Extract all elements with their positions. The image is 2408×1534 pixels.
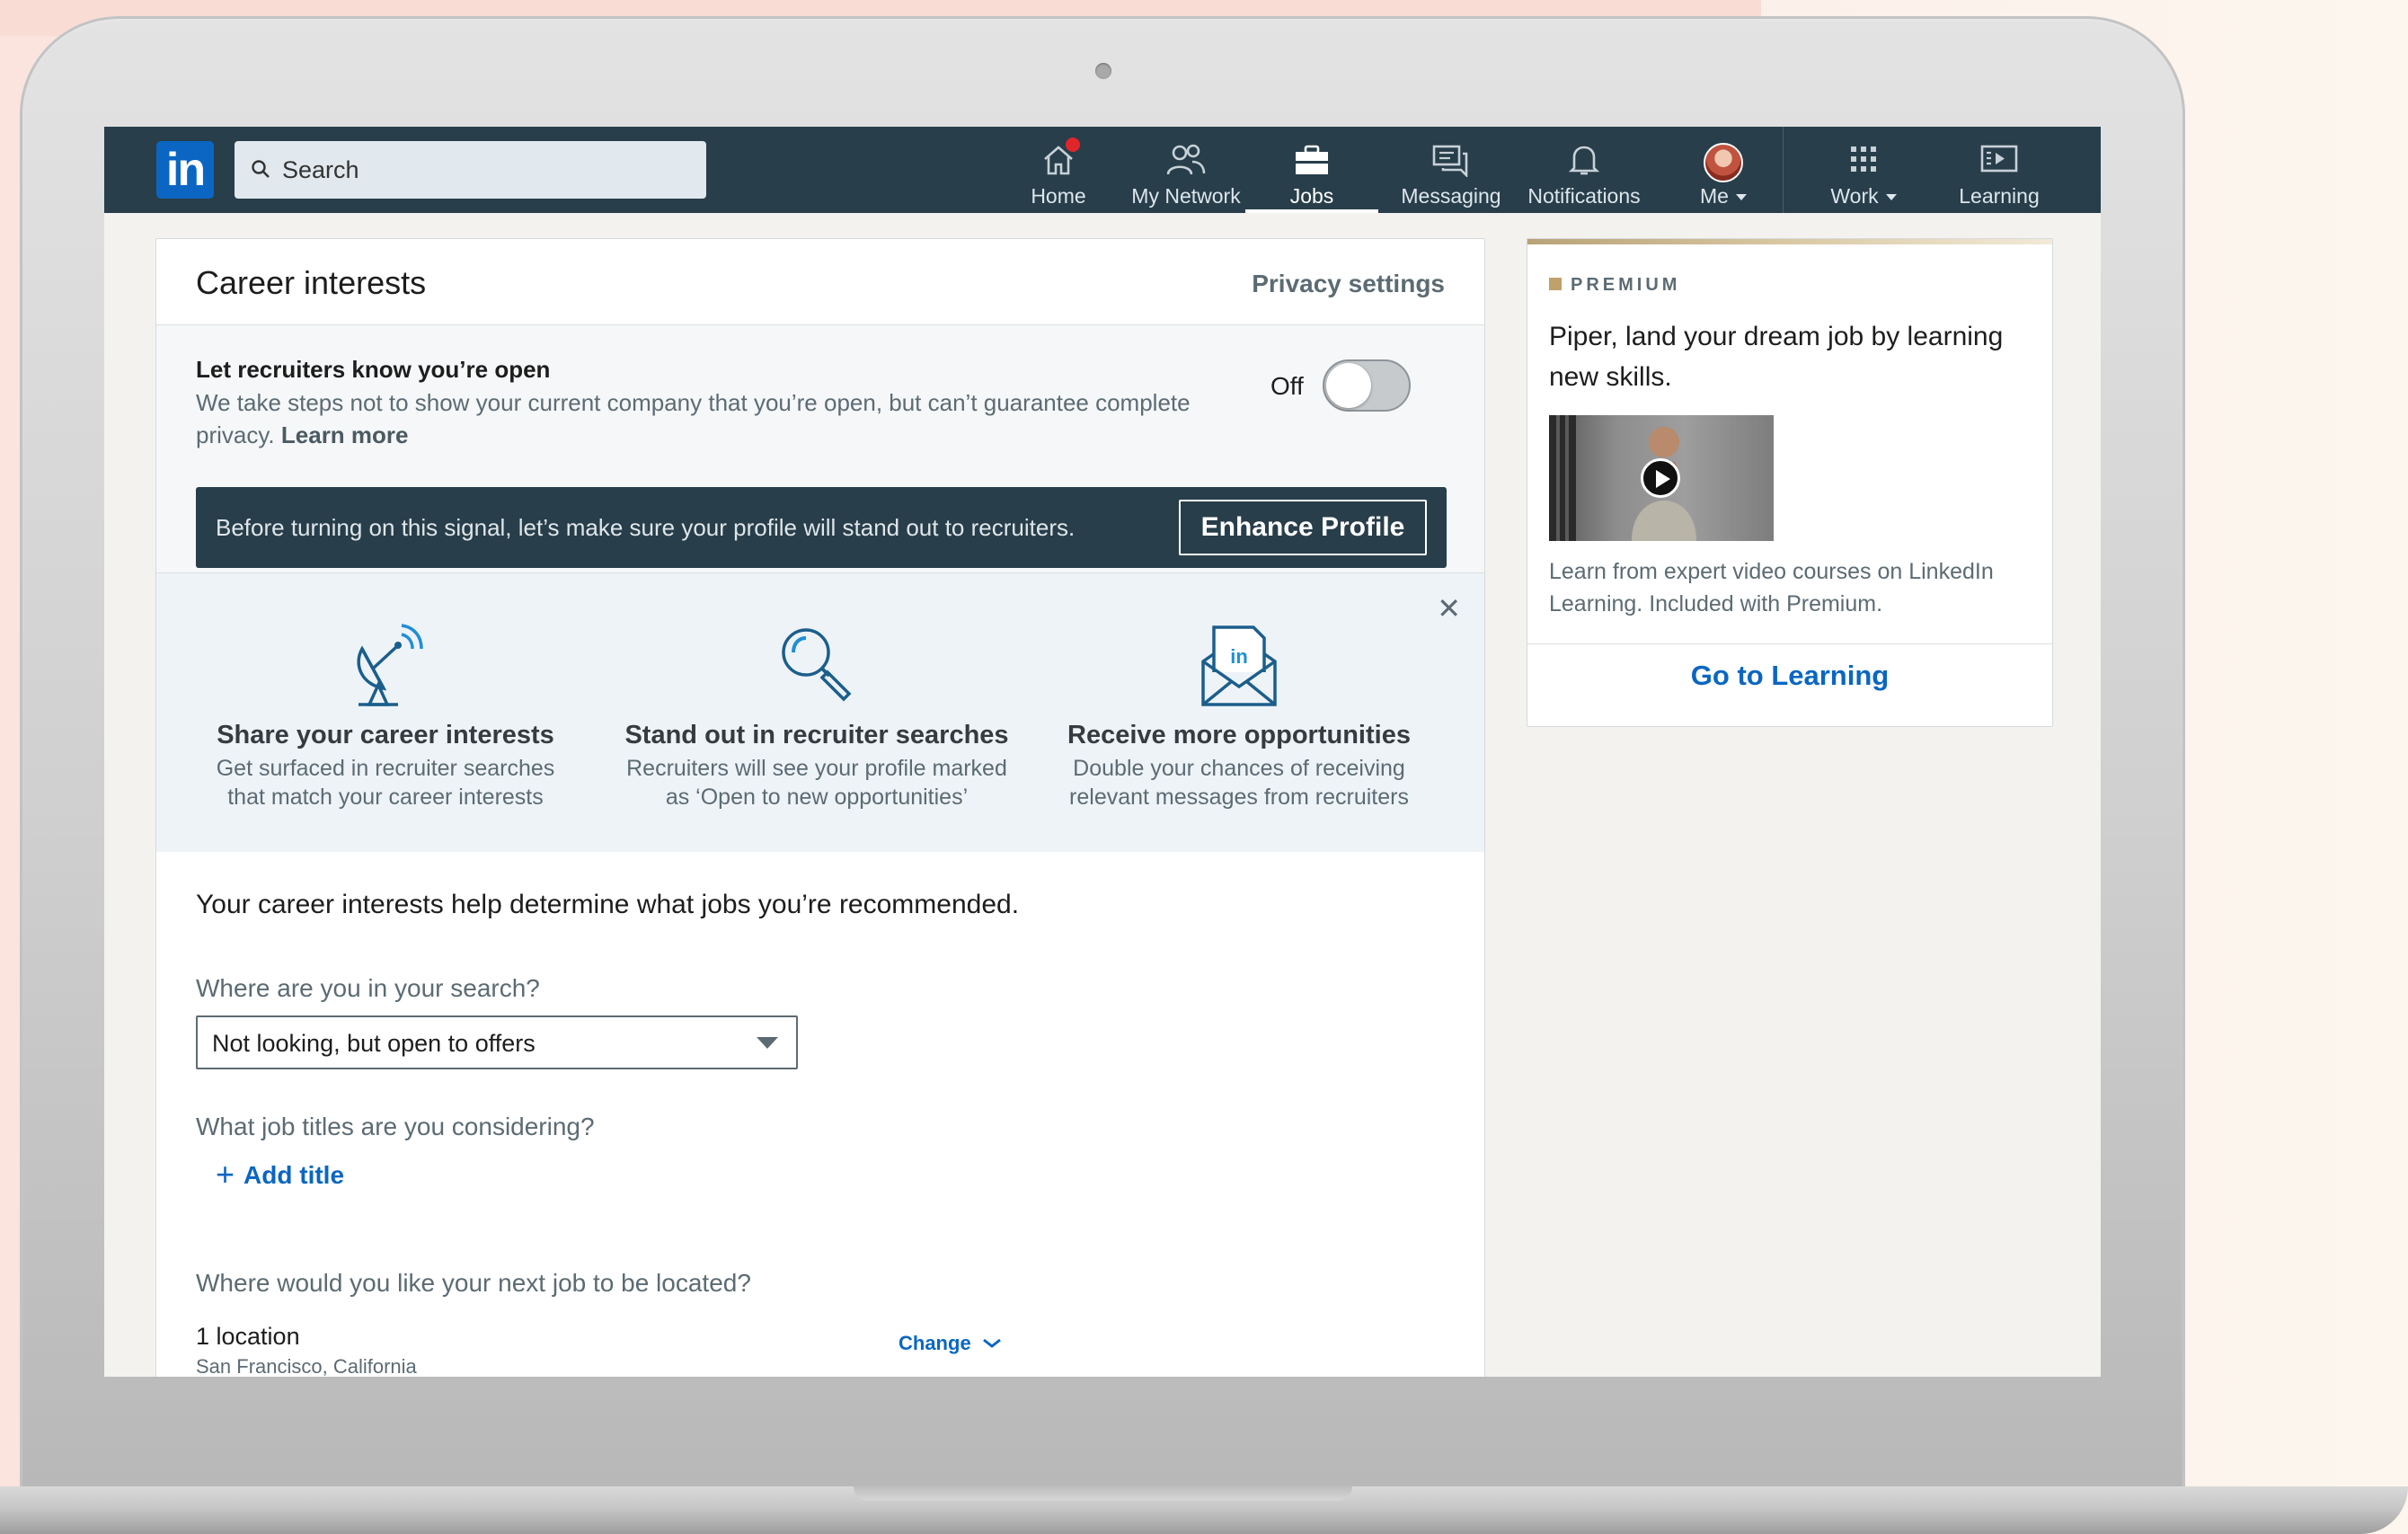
nav-me[interactable]: Me	[1678, 127, 1768, 213]
toggle-state-label: Off	[1270, 372, 1304, 400]
premium-headline: Piper, land your dream job by learning n…	[1549, 322, 2004, 392]
go-to-learning-link[interactable]: Go to Learning	[1527, 660, 2052, 692]
messaging-icon	[1432, 145, 1468, 177]
features-section: ✕ Share your career interests Get surfac…	[156, 573, 1484, 852]
feature-share: Share your career interests Get surfaced…	[174, 618, 597, 811]
camera-dot	[1095, 63, 1111, 79]
nav-label: Notifications	[1527, 184, 1641, 208]
search-placeholder: Search	[282, 156, 359, 183]
chevron-down-icon	[982, 1338, 1001, 1348]
search-question: Where are you in your search?	[196, 974, 540, 1002]
premium-label: PREMIUM	[1549, 275, 1680, 296]
satellite-dish-icon	[357, 624, 423, 706]
open-toggle[interactable]	[1323, 359, 1411, 412]
intro-text: Your career interests help determine wha…	[196, 890, 1020, 919]
nav-work[interactable]: Work	[1810, 127, 1917, 213]
nav-label: Learning	[1959, 184, 2040, 208]
chevron-down-icon	[1735, 194, 1747, 201]
premium-gold-bar	[1527, 239, 2052, 244]
nav-learning[interactable]: Learning	[1941, 127, 2058, 213]
feature-opportunities: in Receive more opportunities Double you…	[1028, 618, 1450, 811]
course-video-thumbnail[interactable]	[1549, 415, 1774, 541]
avatar	[1704, 143, 1743, 182]
play-icon	[1641, 458, 1680, 498]
plus-icon: +	[216, 1156, 235, 1193]
premium-description: Learn from expert video courses on Linke…	[1549, 559, 1994, 616]
enhance-banner: Before turning on this signal, let’s mak…	[196, 487, 1447, 568]
nav-messaging[interactable]: Messaging	[1393, 127, 1509, 213]
learn-more-link[interactable]: Learn more	[281, 421, 409, 448]
toggle-knob	[1326, 363, 1371, 408]
feature-title: Stand out in recruiter searches	[624, 721, 1009, 749]
nav-label: Me	[1678, 184, 1768, 208]
nav-divider	[1783, 127, 1784, 213]
open-title: Let recruiters know you’re open	[196, 356, 551, 383]
grid-icon	[1851, 146, 1876, 172]
nav-label: Home	[1031, 184, 1086, 208]
briefcase-icon	[1296, 145, 1328, 174]
premium-icon	[1549, 278, 1562, 290]
nav-label: Jobs	[1289, 184, 1334, 208]
search-input[interactable]: Search	[235, 141, 706, 199]
envelope-in-icon: in	[1201, 625, 1277, 706]
open-to-recruiters-section: Let recruiters know you’re open We take …	[156, 325, 1484, 572]
select-value: Not looking, but open to offers	[212, 1030, 536, 1057]
premium-card: PREMIUM Piper, land your dream job by le…	[1527, 238, 2053, 727]
notification-badge	[1064, 136, 1082, 154]
open-description: We take steps not to show your current c…	[196, 389, 1191, 448]
feature-title: Share your career interests	[217, 721, 554, 749]
nav-home[interactable]: Home	[1014, 127, 1103, 213]
feature-desc: Get surfaced in recruiter searches that m…	[216, 756, 555, 810]
location-count: 1 location	[196, 1323, 300, 1350]
nav-my-network[interactable]: My Network	[1114, 127, 1258, 213]
chevron-down-icon	[1885, 194, 1897, 201]
screen: in Search Home My Network Jobs Messaging…	[104, 127, 2101, 1377]
page-title: Career interests	[196, 264, 427, 301]
nav-label: Work	[1810, 184, 1917, 208]
nav-jobs[interactable]: Jobs	[1245, 127, 1378, 213]
location-question: Where would you like your next job to be…	[196, 1269, 751, 1297]
nav-label: Messaging	[1401, 184, 1501, 208]
titles-question: What job titles are you considering?	[196, 1113, 595, 1140]
feature-desc: Recruiters will see your profile marked a…	[626, 756, 1007, 810]
enhance-profile-button[interactable]: Enhance Profile	[1179, 500, 1427, 555]
chevron-down-icon	[757, 1037, 778, 1049]
feature-stand-out: Stand out in recruiter searches Recruite…	[606, 618, 1028, 811]
banner-text: Before turning on this signal, let’s mak…	[216, 514, 1076, 541]
learning-icon	[1980, 145, 2018, 173]
feature-title: Receive more opportunities	[1067, 721, 1411, 749]
magnifier-icon	[782, 628, 852, 702]
svg-text:in: in	[1230, 645, 1248, 668]
career-interests-card: Career interests Privacy settings Let re…	[155, 238, 1485, 1377]
network-icon	[1166, 144, 1206, 175]
linkedin-logo[interactable]: in	[156, 141, 214, 199]
search-icon	[252, 160, 270, 178]
top-nav: in Search Home My Network Jobs Messaging…	[104, 127, 2101, 213]
add-title-button[interactable]: + Add title	[216, 1156, 344, 1193]
laptop-notch	[854, 1486, 1352, 1501]
divider	[1527, 643, 2052, 644]
privacy-settings-link[interactable]: Privacy settings	[1252, 270, 1445, 298]
bell-icon	[1568, 146, 1600, 175]
nav-notifications[interactable]: Notifications	[1517, 127, 1651, 213]
nav-label: My Network	[1131, 184, 1241, 208]
feature-desc: Double your chances of receiving relevant…	[1069, 756, 1409, 810]
location-name: San Francisco, California	[196, 1355, 417, 1377]
search-status-select[interactable]: Not looking, but open to offers	[196, 1015, 798, 1069]
change-location-button[interactable]: Change	[899, 1332, 1002, 1355]
